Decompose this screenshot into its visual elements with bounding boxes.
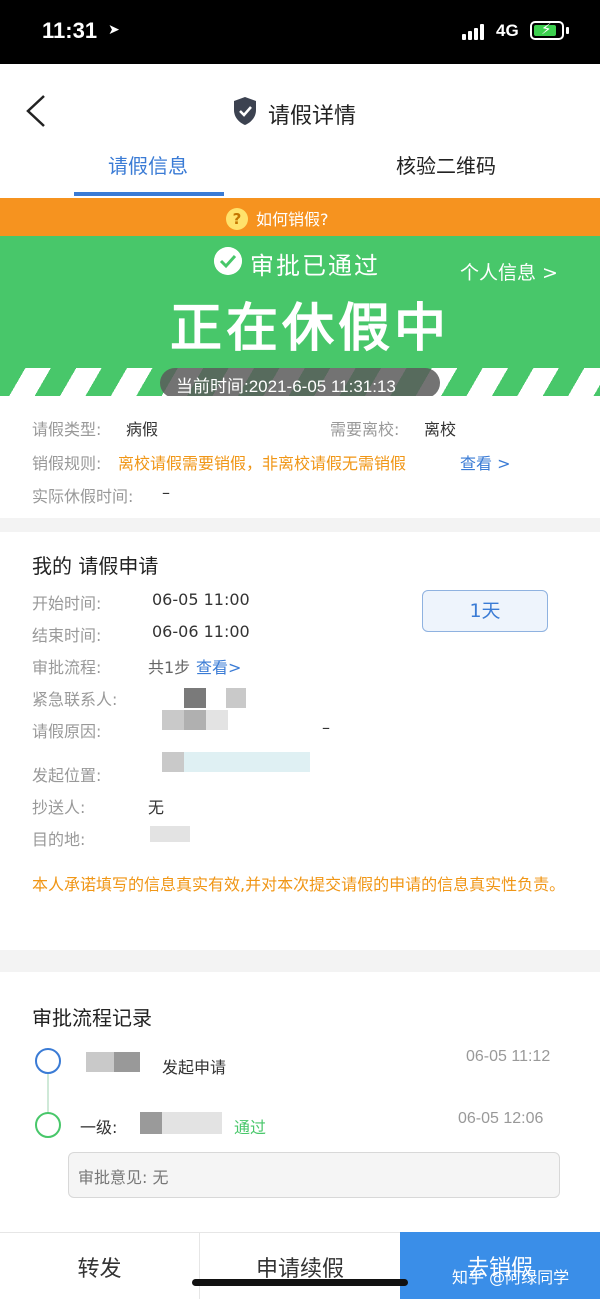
leave-type-value: 病假 [126, 420, 159, 439]
emergency-contact-label: 紧急联系人: [32, 690, 118, 709]
forward-button[interactable]: 转发 [0, 1232, 200, 1299]
process-value: 共1步 [148, 658, 191, 677]
rule-value: 离校请假需要销假，非离校请假无需销假 [118, 454, 407, 473]
end-time-value: 06-06 11:00 [152, 622, 250, 641]
redacted-applicant [86, 1052, 114, 1072]
timeline-connector [47, 1074, 49, 1114]
location-label: 发起位置: [32, 766, 102, 785]
page-title: 请假详情 [268, 104, 357, 129]
redacted-destination [150, 826, 190, 842]
records-title: 审批流程记录 [32, 1006, 152, 1030]
back-icon[interactable] [24, 94, 48, 128]
extend-leave-button[interactable]: 申请续假 [200, 1232, 400, 1299]
record-time-submit: 06-05 11:12 [466, 1048, 551, 1065]
redacted-location [162, 752, 184, 772]
reason-label: 请假原因: [32, 722, 102, 741]
divider [0, 518, 600, 532]
check-circle-icon [214, 247, 242, 275]
help-link[interactable]: 如何销假? [256, 206, 329, 230]
forward-label: 转发 [77, 1257, 122, 1282]
timeline-node-approve [35, 1112, 61, 1138]
process-view-link[interactable]: 查看> [196, 654, 241, 678]
record-action-submit: 发起申请 [162, 1058, 227, 1077]
battery-cap [566, 27, 569, 34]
record-action-approve: 通过 [234, 1118, 267, 1137]
redacted-reason [184, 710, 206, 730]
battery-icon: ⚡ [530, 20, 564, 40]
redacted-approver [140, 1112, 162, 1134]
start-time-value: 06-05 11:00 [152, 590, 250, 609]
rule-view-link[interactable]: 查看 > [460, 450, 511, 474]
redacted-location [184, 752, 310, 772]
end-time-label: 结束时间: [32, 626, 102, 645]
cc-label: 抄送人: [32, 798, 86, 817]
cc-value: 无 [148, 798, 165, 817]
actual-time-value: – [162, 483, 170, 502]
rule-label: 销假规则: [32, 454, 102, 473]
application-title: 我的 请假申请 [32, 554, 159, 578]
network-type: 4G [496, 21, 519, 40]
current-time: 当前时间:2021-6-05 11:31:13 [176, 377, 396, 396]
leave-status: 正在休假中 [170, 299, 451, 359]
personal-info-link[interactable]: 个人信息 > [460, 258, 558, 285]
redacted-applicant [114, 1052, 140, 1072]
redacted-contact [226, 688, 246, 708]
tab-qr-code[interactable]: 核验二维码 [396, 150, 496, 179]
leave-type-label: 请假类型: [32, 420, 102, 439]
shield-icon [234, 97, 256, 125]
need-leave-value: 离校 [424, 420, 457, 439]
location-arrow-icon: ➤ [108, 22, 120, 38]
approved-status: 审批已通过 [250, 252, 380, 280]
redacted-reason [206, 710, 228, 730]
watermark: 知乎 @阿绿同学 [452, 1268, 570, 1287]
duration-badge: 1天 [422, 590, 548, 632]
need-leave-label: 需要离校: [330, 420, 400, 439]
redacted-reason [162, 710, 184, 730]
record-level: 一级: [80, 1118, 118, 1137]
signal-icon [462, 24, 488, 40]
tab-leave-info[interactable]: 请假信息 [108, 150, 188, 179]
home-indicator[interactable] [192, 1279, 408, 1286]
disclaimer-text: 本人承诺填写的信息真实有效,并对本次提交请假的申请的信息真实性负责。 [32, 875, 566, 894]
tab-bar: 请假信息 核验二维码 [0, 146, 600, 198]
actual-time-label: 实际休假时间: [32, 487, 134, 506]
approval-comment: 审批意见: 无 [78, 1168, 169, 1187]
start-time-label: 开始时间: [32, 594, 102, 613]
divider [0, 950, 600, 972]
record-time-approve: 06-05 12:06 [458, 1110, 544, 1127]
reason-value: – [322, 718, 330, 737]
status-time: 11:31 [42, 18, 98, 43]
active-tab-indicator [74, 192, 224, 196]
question-icon: ? [226, 208, 248, 230]
destination-label: 目的地: [32, 830, 86, 849]
timeline-node-submit [35, 1048, 61, 1074]
status-bar: 11:31 ➤ 4G ⚡ [0, 0, 600, 64]
redacted-approver [162, 1112, 222, 1134]
redacted-contact [184, 688, 206, 708]
process-label: 审批流程: [32, 658, 102, 677]
